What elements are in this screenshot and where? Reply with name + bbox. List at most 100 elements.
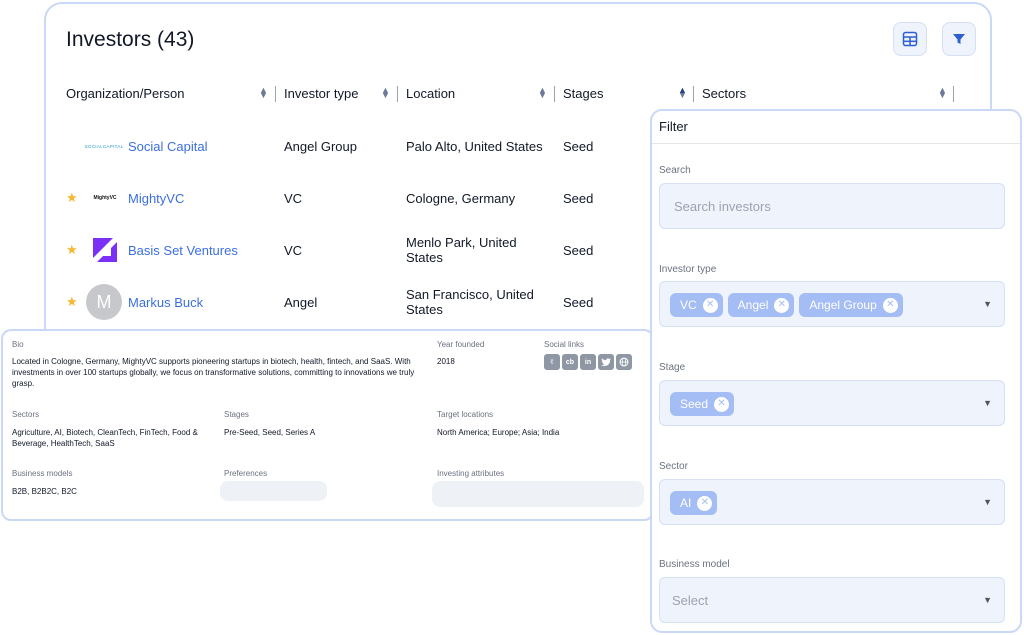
chip-label: VC — [680, 298, 697, 312]
table-row[interactable]: ★ Basis Set Ventures VC Menlo Park, Unit… — [46, 224, 646, 276]
sort-icon[interactable]: ▲ ▼ — [381, 86, 390, 100]
organization-name[interactable]: Markus Buck — [128, 295, 203, 310]
column-divider — [275, 86, 276, 102]
location-cell: Palo Alto, United States — [406, 139, 543, 154]
column-header-sectors[interactable]: Sectors — [702, 86, 746, 101]
social-links: ✌ cb in — [544, 354, 632, 370]
sectors-value: Agriculture, AI, Biotech, CleanTech, Fin… — [12, 428, 198, 448]
preferences-field — [220, 481, 327, 501]
search-input[interactable]: Search investors — [659, 183, 1005, 229]
sectors-label: Sectors — [12, 410, 40, 419]
stages-value: Pre-Seed, Seed, Series A — [224, 428, 316, 437]
social-links-label: Social links — [544, 340, 585, 349]
business-model-select[interactable]: Select ▼ — [659, 577, 1005, 623]
chevron-down-icon[interactable]: ▼ — [983, 398, 992, 408]
filter-icon — [953, 34, 965, 44]
bio-text: Located in Cologne, Germany, MightyVC su… — [12, 357, 415, 388]
chip-angel: Angel ✕ — [727, 293, 795, 317]
page-title: Investors (43) — [66, 28, 195, 51]
basis-set-logo — [90, 235, 120, 265]
remove-chip-icon[interactable]: ✕ — [882, 297, 898, 313]
location-cell: Menlo Park, United States — [406, 235, 517, 265]
filter-panel: Filter Search Search investors Investor … — [650, 109, 1022, 633]
stage-cell: Seed — [563, 243, 594, 258]
location-cell: Cologne, Germany — [406, 191, 516, 206]
chip-label: Angel Group — [809, 298, 877, 312]
table-row[interactable]: ★ MightyVC MightyVC VC Cologne, Germany … — [46, 172, 646, 224]
table-row[interactable]: SOCIALCAPITAL Social Capital Angel Group… — [46, 120, 646, 172]
investor-type-cell: VC — [284, 243, 303, 258]
filter-divider — [652, 143, 1020, 144]
chip-vc: VC ✕ — [670, 293, 723, 317]
twitter-icon[interactable] — [598, 354, 614, 370]
filter-title: Filter — [659, 119, 688, 134]
basis-set-logo-icon — [93, 238, 117, 262]
linkedin-icon[interactable]: in — [580, 354, 596, 370]
investor-type-cell: VC — [284, 191, 303, 206]
star-icon[interactable]: ★ — [66, 190, 78, 206]
organization-name[interactable]: Social Capital — [128, 139, 208, 154]
sector-select[interactable]: AI ✕ ▼ — [659, 479, 1005, 525]
column-header-organization[interactable]: Organization/Person — [66, 86, 185, 101]
sort-icon[interactable]: ▲ ▼ — [538, 86, 547, 100]
sector-label: Sector — [659, 461, 688, 472]
logo-text: MightyVC — [93, 195, 117, 201]
investor-type-label: Investor type — [659, 264, 717, 275]
social-capital-logo: SOCIALCAPITAL — [84, 131, 124, 161]
avatar: M — [86, 284, 122, 320]
target-locations-label: Target locations — [437, 410, 494, 419]
stage-label: Stage — [659, 362, 686, 373]
column-header-location[interactable]: Location — [406, 86, 455, 101]
chip-seed: Seed ✕ — [670, 392, 735, 416]
angellist-icon[interactable]: ✌ — [544, 354, 560, 370]
column-divider — [397, 86, 398, 102]
organization-name[interactable]: Basis Set Ventures — [128, 243, 238, 258]
target-locations-value: North America; Europe; Asia; India — [437, 428, 560, 437]
stage-cell: Seed — [563, 139, 594, 154]
stages-label: Stages — [224, 410, 249, 419]
column-header-stages[interactable]: Stages — [563, 86, 603, 101]
star-icon[interactable]: ★ — [66, 294, 78, 310]
stage-select[interactable]: Seed ✕ ▼ — [659, 380, 1005, 426]
sort-icon[interactable]: ▲ ▼ — [678, 86, 687, 100]
sort-icon[interactable]: ▲ ▼ — [938, 86, 947, 100]
remove-chip-icon[interactable]: ✕ — [774, 297, 790, 313]
crunchbase-icon[interactable]: cb — [562, 354, 578, 370]
chip-label: Angel — [737, 298, 769, 312]
investing-attributes-label: Investing attributes — [437, 469, 505, 478]
investing-attributes-field — [432, 481, 644, 507]
column-header-investor-type[interactable]: Investor type — [284, 86, 358, 101]
bio-label: Bio — [12, 340, 24, 349]
star-icon[interactable]: ★ — [66, 242, 78, 258]
table-row[interactable]: ★ M Markus Buck Angel San Francisco, Uni… — [46, 276, 646, 328]
chip-ai: AI ✕ — [670, 491, 718, 515]
logo-text: SOCIALCAPITAL — [84, 143, 124, 149]
table-view-button[interactable] — [893, 22, 927, 56]
chip-label: Seed — [680, 397, 709, 411]
remove-chip-icon[interactable]: ✕ — [714, 396, 730, 412]
chevron-down-icon[interactable]: ▼ — [983, 595, 992, 605]
chevron-down-icon[interactable]: ▼ — [983, 299, 992, 309]
remove-chip-icon[interactable]: ✕ — [697, 495, 713, 511]
mightyvc-logo: MightyVC — [90, 183, 120, 213]
chip-angel-group: Angel Group ✕ — [799, 293, 903, 317]
search-label: Search — [659, 165, 691, 176]
filter-button[interactable] — [942, 22, 976, 56]
stage-cell: Seed — [563, 295, 594, 310]
organization-name[interactable]: MightyVC — [128, 191, 184, 206]
year-founded-label: Year founded — [437, 340, 485, 349]
avatar-initial: M — [96, 291, 112, 312]
search-placeholder: Search investors — [674, 199, 771, 214]
preferences-label: Preferences — [224, 469, 268, 478]
sort-icon[interactable]: ▲ ▼ — [259, 86, 268, 100]
investor-type-select[interactable]: VC ✕ Angel ✕ Angel Group ✕ ▼ — [659, 281, 1005, 327]
remove-chip-icon[interactable]: ✕ — [702, 297, 718, 313]
column-divider — [693, 86, 694, 102]
chevron-down-icon[interactable]: ▼ — [983, 497, 992, 507]
stage-cell: Seed — [563, 191, 594, 206]
location-cell: San Francisco, United States — [406, 287, 534, 317]
chip-label: AI — [680, 496, 692, 510]
globe-icon[interactable] — [616, 354, 632, 370]
table-icon — [902, 31, 918, 47]
business-models-label: Business models — [12, 469, 73, 478]
